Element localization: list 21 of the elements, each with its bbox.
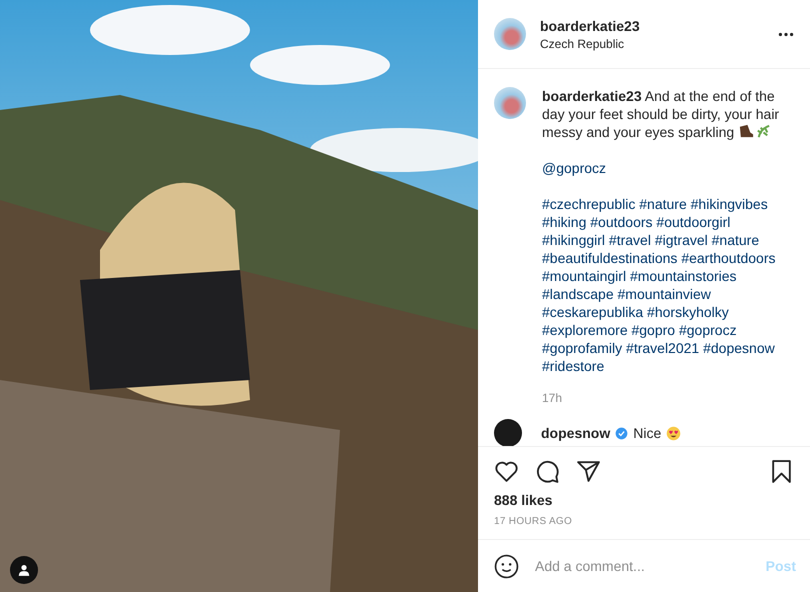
username-link[interactable]: dopesnow bbox=[541, 425, 610, 441]
bookmark-icon[interactable] bbox=[769, 459, 794, 484]
caption-text: boarderkatie23 And at the end of the day your feet should be dirty, your hair messy and your eyes sparkling bbox=[542, 87, 780, 141]
location-link[interactable]: Czech Republic bbox=[540, 36, 764, 50]
heart-icon[interactable] bbox=[494, 459, 519, 484]
likes-count[interactable]: 888 likes bbox=[478, 492, 810, 508]
username-link[interactable]: boarderkatie23 bbox=[542, 88, 642, 104]
comment-icon[interactable] bbox=[535, 459, 560, 484]
more-options-icon[interactable] bbox=[778, 32, 794, 36]
comment-text: Nice bbox=[633, 425, 662, 441]
caption-time: 17h bbox=[542, 390, 564, 407]
emoji-smiley-icon[interactable] bbox=[494, 554, 519, 578]
username-link[interactable]: boarderkatie23 bbox=[540, 18, 764, 34]
person-icon bbox=[17, 563, 31, 577]
post-timestamp: 17 HOURS AGO bbox=[493, 515, 574, 529]
heart-eyes-emoji-icon bbox=[666, 426, 682, 440]
mention-link[interactable]: @goprocz bbox=[542, 159, 792, 177]
boot-and-leaf-icon bbox=[738, 123, 772, 140]
avatar[interactable] bbox=[494, 419, 522, 446]
send-icon[interactable] bbox=[576, 459, 601, 484]
hashtags-text: #czechrepublic #nature #hikingvibes #hiking #outdoors #outdoorgirl #hikinggirl #travel #igtravel #nature #beautifuldestinations #earthoutdoors #mountaingirl #mountainstories #landscape #mountainview #ceskarepublika #horskyholky #exploremore #gopro #goprocz #goprofamily #travel2021 #dopesnow #ridestore bbox=[542, 195, 777, 375]
